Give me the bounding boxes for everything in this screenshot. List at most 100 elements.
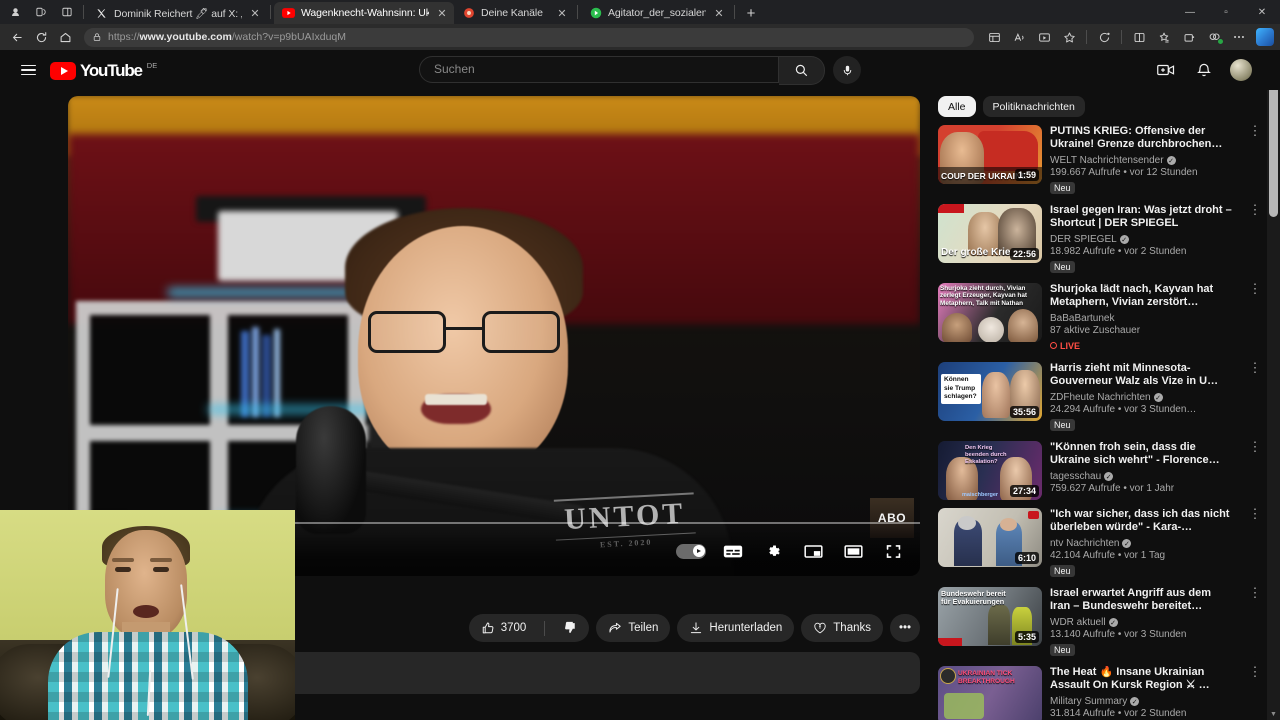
channel-name[interactable]: Military Summary ✓ [1050,696,1234,707]
home-button[interactable] [54,27,76,47]
browser-apps-icon[interactable] [1177,27,1201,47]
recommendation-item[interactable]: Der große Krie 22:56 Israel gegen Iran: … [938,203,1264,275]
recommendation-item[interactable]: COUP DER UKRAINE 1:59 PUTINS KRIEG: Offe… [938,124,1264,196]
reload-button[interactable] [30,27,52,47]
read-aloud-icon[interactable] [1007,27,1031,47]
video-thumbnail[interactable]: Der große Krie 22:56 [938,204,1042,263]
more-options-icon[interactable]: ⋮ [1246,361,1264,433]
more-options-icon[interactable]: ⋮ [1246,203,1264,275]
voice-search-button[interactable] [833,56,861,84]
glasses [368,311,560,353]
more-options-icon[interactable]: ⋮ [1246,507,1264,579]
channel-name[interactable]: ntv Nachrichten ✓ [1050,538,1234,549]
menu-hamburger-icon[interactable] [12,54,44,86]
video-thumbnail[interactable]: Bundeswehr bereit für Evakuierungen 5:35 [938,587,1042,646]
video-title-link[interactable]: "Ich war sicher, dass ich das nicht über… [1050,508,1234,534]
autoplay-toggle[interactable] [676,543,706,559]
fullscreen-icon[interactable] [880,538,906,564]
download-button[interactable]: Herunterladen [677,614,795,642]
youtube-logo[interactable]: YouTube DE [50,61,157,80]
recommendation-item[interactable]: Shurjoka zieht durch, Vivian zerlegt Erz… [938,282,1264,354]
channel-name[interactable]: WELT Nachrichtensender ✓ [1050,155,1234,166]
tab-groups-icon[interactable] [28,0,54,24]
notifications-bell-icon[interactable] [1192,58,1216,82]
browser-tab-4[interactable]: Agitator_der_sozialen_Marktwirts ✕ [581,2,731,24]
chip-politiknachrichten[interactable]: Politiknachrichten [982,96,1085,117]
close-tab-icon[interactable]: ✕ [555,6,569,20]
tab-search-icon[interactable] [2,0,28,24]
search-input[interactable]: Suchen [419,55,779,83]
favorite-star-icon[interactable] [1057,27,1081,47]
new-tab-button[interactable]: + [738,2,764,24]
recommendation-item[interactable]: 6:10 "Ich war sicher, dass ich das nicht… [938,507,1264,579]
recommendation-item[interactable]: Den Krieg beenden durch Eskalation? mais… [938,440,1264,500]
green-play-icon [589,7,602,20]
recommendation-item[interactable]: Können sie Trump schlagen? 35:56 Harris … [938,361,1264,433]
like-button[interactable]: 3700 [469,614,539,642]
page-scrollbar[interactable]: ▲ ▼ [1267,50,1280,720]
video-thumbnail[interactable]: Den Krieg beenden durch Eskalation? mais… [938,441,1042,500]
more-options-icon[interactable]: ⋮ [1246,440,1264,500]
extensions-icon[interactable] [1202,27,1226,47]
browser-essentials-icon[interactable] [1092,27,1116,47]
thanks-button[interactable]: Thanks [801,614,883,642]
recommendation-item[interactable]: UKRAINIAN TICK BREAKTHROUGH The Heat 🔥 I… [938,665,1264,720]
share-button[interactable]: Teilen [596,614,671,642]
browser-tab-1[interactable]: Dominik Reichert 🖊 auf X: „! ✕ [87,2,267,24]
browser-tab-3[interactable]: Deine Kanäle ✕ [454,2,574,24]
more-options-icon[interactable]: ⋮ [1246,586,1264,658]
video-title-link[interactable]: Israel gegen Iran: Was jetzt droht – Sho… [1050,204,1234,230]
avatar[interactable] [1230,59,1252,81]
scroll-down-arrow-icon[interactable]: ▼ [1267,708,1280,720]
channel-name[interactable]: BaBaBartunek [1050,313,1234,324]
theater-mode-icon[interactable] [840,538,866,564]
channel-name[interactable]: WDR aktuell ✓ [1050,617,1234,628]
close-tab-icon[interactable]: ✕ [248,6,262,20]
more-options-icon[interactable]: ⋮ [1246,282,1264,354]
close-window-button[interactable]: ✕ [1244,0,1280,24]
video-thumbnail[interactable]: UKRAINIAN TICK BREAKTHROUGH [938,666,1042,720]
subtitles-icon[interactable] [720,538,746,564]
video-title-link[interactable]: The Heat 🔥 Insane Ukrainian Assault On K… [1050,666,1234,692]
media-cast-icon[interactable] [1032,27,1056,47]
collections-icon[interactable] [1152,27,1176,47]
more-actions-button[interactable]: ••• [890,614,920,642]
channel-name[interactable]: tagesschau ✓ [1050,471,1234,482]
video-player[interactable]: UNTOT EST. 2020 ABO [68,96,920,576]
channel-name[interactable]: DER SPIEGEL ✓ [1050,234,1234,245]
channel-name[interactable]: ZDFheute Nachrichten ✓ [1050,392,1234,403]
settings-more-icon[interactable] [1227,27,1251,47]
create-video-icon[interactable] [1154,58,1178,82]
minimize-button[interactable]: — [1172,0,1208,24]
split-view-icon[interactable] [982,27,1006,47]
browser-tab-2-active[interactable]: Wagenknecht-Wahnsinn: Ukraine ✕ [274,2,454,24]
close-tab-icon[interactable]: ✕ [435,6,449,20]
video-title-link[interactable]: Israel erwartet Angriff aus dem Iran – B… [1050,587,1234,613]
maximize-button[interactable]: ▫ [1208,0,1244,24]
recommendation-item[interactable]: Bundeswehr bereit für Evakuierungen 5:35… [938,586,1264,658]
split-screen-icon[interactable] [54,0,80,24]
webcam-overlay[interactable] [0,510,295,720]
video-thumbnail[interactable]: Können sie Trump schlagen? 35:56 [938,362,1042,421]
copilot-icon[interactable] [1256,28,1274,46]
miniplayer-icon[interactable] [800,538,826,564]
video-title-link[interactable]: PUTINS KRIEG: Offensive der Ukraine! Gre… [1050,125,1234,151]
video-thumbnail[interactable]: 6:10 [938,508,1042,567]
video-title-link[interactable]: Harris zieht mit Minnesota-Gouverneur Wa… [1050,362,1234,388]
new-badge: Neu [1050,644,1075,656]
chip-alle[interactable]: Alle [938,96,976,117]
address-bar[interactable]: https://www.youtube.com/watch?v=p9bUAIxd… [84,27,974,47]
video-thumbnail[interactable]: Shurjoka zieht durch, Vivian zerlegt Erz… [938,283,1042,342]
video-title-link[interactable]: "Können froh sein, dass die Ukraine sich… [1050,441,1234,467]
dislike-button[interactable] [551,614,589,642]
sidebar-toggle-icon[interactable] [1127,27,1151,47]
video-thumbnail[interactable]: COUP DER UKRAINE 1:59 [938,125,1042,184]
channel-label: BaBaBartunek [1050,313,1115,324]
more-options-icon[interactable]: ⋮ [1246,124,1264,196]
video-title-link[interactable]: Shurjoka lädt nach, Kayvan hat Metaphern… [1050,283,1234,309]
search-button[interactable] [779,55,825,85]
close-tab-icon[interactable]: ✕ [712,6,726,20]
more-options-icon[interactable]: ⋮ [1246,665,1264,720]
settings-gear-icon[interactable] [760,538,786,564]
back-button[interactable] [6,27,28,47]
